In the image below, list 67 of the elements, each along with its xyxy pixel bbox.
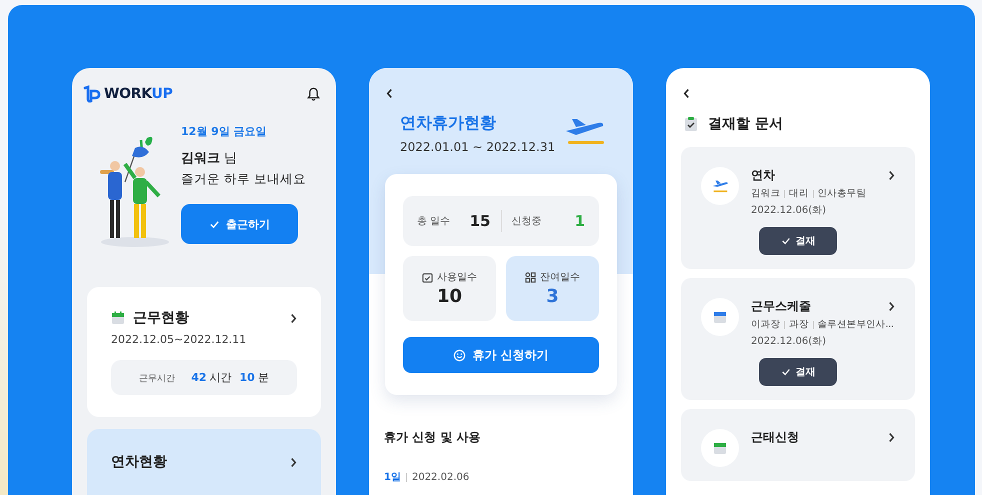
- back-icon[interactable]: [683, 88, 690, 99]
- card-title: 연차현황: [111, 453, 168, 471]
- document-card[interactable]: 연차 김워크 대리 인사총무팀 2022.12.06(화) 결재: [681, 147, 915, 269]
- check-icon: [780, 367, 790, 377]
- chevron-right-icon: [888, 170, 895, 181]
- card-title: 근무현황: [133, 309, 190, 327]
- requester-info: 이과장: [751, 318, 780, 331]
- calendar-check-icon: [422, 272, 433, 282]
- hours-value: 42: [191, 371, 206, 384]
- work-status-card[interactable]: 근무현황 2022.12.05~2022.12.11 근무시간 42 시간 10 분: [87, 287, 321, 417]
- approve-button[interactable]: 결재: [759, 227, 837, 255]
- logo-icon: [82, 84, 102, 104]
- page-title: 결재할 문서: [708, 115, 783, 133]
- check-icon: [209, 218, 220, 230]
- chevron-right-icon: [888, 432, 895, 443]
- section-title: 휴가 신청 및 사용: [384, 429, 482, 446]
- back-icon[interactable]: [386, 88, 393, 99]
- grid-icon: [525, 272, 536, 282]
- document-date: 2022.12.06(화): [751, 204, 828, 217]
- clipboard-check-icon: [684, 116, 698, 132]
- greeting-text: 즐거운 하루 보내세요: [181, 171, 307, 188]
- work-hours-label: 근무시간: [139, 373, 176, 385]
- honorific-text: 님: [224, 151, 238, 166]
- calendar-icon: [111, 311, 125, 325]
- leave-days: 1일: [384, 470, 401, 484]
- stat-value: 10: [436, 286, 464, 307]
- stat-label: 잔여일수: [540, 271, 580, 284]
- leave-date: 2022.02.06: [412, 472, 470, 482]
- document-card[interactable]: 근태신청: [681, 409, 915, 481]
- date-range: 2022.01.01 ~ 2022.12.31: [400, 140, 556, 154]
- minutes-value: 10: [240, 371, 255, 384]
- stat-label: 신청중: [512, 215, 542, 228]
- document-title: 연차: [751, 167, 775, 184]
- chevron-right-icon: [290, 456, 297, 468]
- document-card[interactable]: 근무스케줄 이과장 과장 솔루션본부인사... 2022.12.06(화) 결재: [681, 278, 915, 400]
- requester-info: 과장: [789, 318, 809, 331]
- document-type-icon: [701, 429, 739, 467]
- leave-status-card[interactable]: 연차현황: [87, 429, 321, 495]
- document-date: 2022.12.06(화): [751, 335, 828, 348]
- check-icon: [780, 236, 790, 246]
- check-in-button[interactable]: 출근하기: [181, 204, 298, 244]
- requester-info: 대리: [789, 187, 809, 200]
- date-range: 2022.12.05~2022.12.11: [111, 333, 248, 346]
- document-title: 근태신청: [751, 429, 799, 446]
- user-name: 김워크: [181, 151, 220, 166]
- smiley-icon: [453, 348, 466, 362]
- requester-info: 솔루션본부인사...: [818, 318, 894, 331]
- apply-leave-button[interactable]: 휴가 신청하기: [403, 337, 599, 373]
- bell-icon[interactable]: [306, 86, 321, 102]
- requester-info: 김워크: [751, 187, 780, 200]
- stat-label: 총 일수: [417, 215, 450, 228]
- approve-button[interactable]: 결재: [759, 358, 837, 386]
- document-title: 근무스케줄: [751, 298, 811, 315]
- chevron-right-icon: [290, 312, 297, 324]
- hours-unit: 시간: [210, 370, 232, 385]
- requester-info: 인사총무팀: [818, 187, 866, 200]
- page-title: 연차휴가현황: [400, 113, 497, 134]
- logo-text: WORKUP: [104, 86, 173, 102]
- stat-value: 15: [470, 212, 490, 230]
- document-type-icon: [701, 167, 739, 205]
- stat-label: 사용일수: [437, 271, 477, 284]
- stat-value: 3: [545, 286, 560, 307]
- minutes-unit: 분: [258, 370, 269, 385]
- stat-value: 1: [574, 212, 585, 230]
- chevron-right-icon: [888, 301, 895, 312]
- date-text: 12월 9일 금요일: [181, 124, 268, 139]
- document-type-icon: [701, 298, 739, 336]
